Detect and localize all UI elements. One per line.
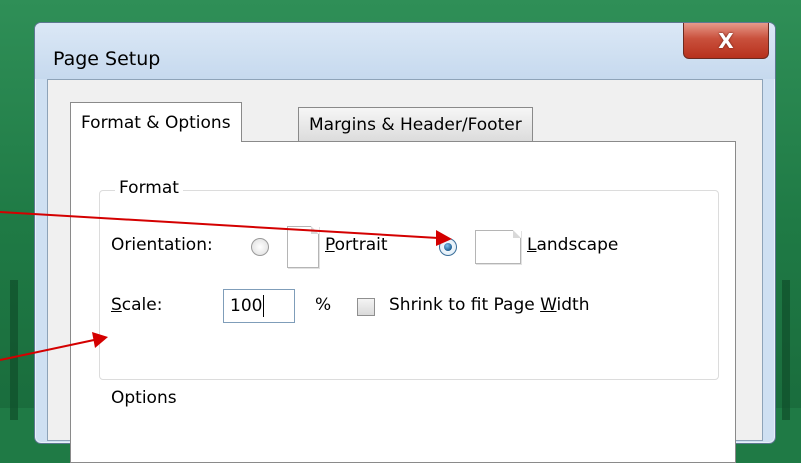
scale-label-text: cale: [121,295,163,315]
scale-label: Scale: [111,295,162,315]
portrait-label[interactable]: Portrait [325,235,388,255]
title-bar[interactable]: Page Setup X [35,23,775,79]
format-group-box [99,190,719,380]
landscape-label[interactable]: Landscape [527,235,618,255]
options-group-label: Options [111,388,177,408]
shrink-label-prefix: Shrink to fit Page [389,295,541,315]
scale-input[interactable]: 100 [223,289,295,323]
landscape-radio[interactable] [439,238,457,256]
portrait-label-mnemonic: P [325,235,335,255]
shrink-to-fit-label[interactable]: Shrink to fit Page Width [389,295,590,315]
close-icon: X [718,28,734,53]
close-button[interactable]: X [683,23,769,59]
shrink-to-fit-checkbox[interactable] [357,298,375,316]
landscape-label-text: andscape [536,235,619,255]
dialog-title: Page Setup [53,48,161,70]
portrait-radio[interactable] [251,238,269,256]
portrait-page-icon [287,226,319,268]
tab-margins-header-footer[interactable]: Margins & Header/Footer [298,107,533,141]
shrink-label-mnemonic: W [540,295,557,315]
format-group-label: Format [115,178,183,198]
page-fold-icon [513,230,521,238]
orientation-label: Orientation: [111,235,213,255]
text-caret [263,295,265,317]
scale-unit: % [315,295,332,315]
page-setup-dialog: Page Setup X Format & Options Margins & … [34,22,776,463]
page-fold-icon [311,226,319,234]
radio-selected-dot [444,243,452,251]
shrink-label-suffix: idth [556,295,590,315]
scale-input-value: 100 [230,296,263,316]
dialog-content: Format & Options Margins & Header/Footer… [47,79,763,463]
scale-label-mnemonic: S [111,295,122,315]
desktop-edge [10,280,18,420]
tab-format-options[interactable]: Format & Options [70,102,242,142]
tab-panel: Format Orientation: Portrait Landscape S… [70,141,736,463]
landscape-page-icon [475,230,521,264]
desktop-edge [782,280,790,420]
portrait-label-text: ortrait [334,235,388,255]
